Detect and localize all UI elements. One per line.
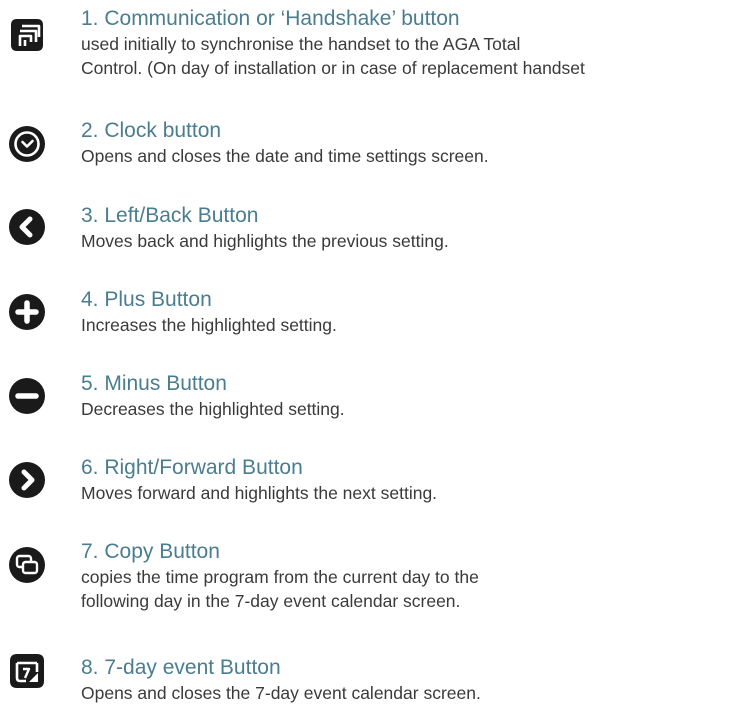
item-description: Moves back and highlights the previous s… (81, 231, 449, 251)
item-description: copies the time program from the current… (81, 567, 479, 587)
item-description: Moves forward and highlights the next se… (81, 483, 438, 503)
item-description: used initially to synchronise the handse… (81, 34, 521, 54)
item-title: 4. Plus Button (81, 288, 212, 311)
calendar-7-day-icon (8, 652, 46, 690)
chevron-right-icon (8, 461, 46, 499)
item-description: following day in the 7-day event calenda… (81, 591, 461, 611)
item-description: Decreases the highlighted setting. (81, 399, 345, 419)
minus-icon (8, 377, 46, 415)
handshake-icon (8, 16, 46, 54)
item-title: 5. Minus Button (81, 372, 227, 395)
item-description: Opens and closes the date and time setti… (81, 146, 489, 166)
item-description: Opens and closes the 7-day event calenda… (81, 683, 481, 703)
chevron-left-icon (8, 208, 46, 246)
item-title: 6. Right/Forward Button (81, 456, 303, 479)
copy-icon (8, 546, 46, 584)
item-title: 7. Copy Button (81, 540, 220, 563)
item-description: Control. (On day of installation or in c… (81, 58, 585, 78)
item-title: 2. Clock button (81, 119, 222, 142)
item-title: 8. 7-day event Button (81, 656, 281, 679)
item-title: 1. Communication or ‘Handshake’ button (81, 7, 460, 30)
item-description: Increases the highlighted setting. (81, 315, 337, 335)
clock-icon (8, 125, 46, 163)
item-title: 3. Left/Back Button (81, 204, 259, 227)
plus-icon (8, 293, 46, 331)
